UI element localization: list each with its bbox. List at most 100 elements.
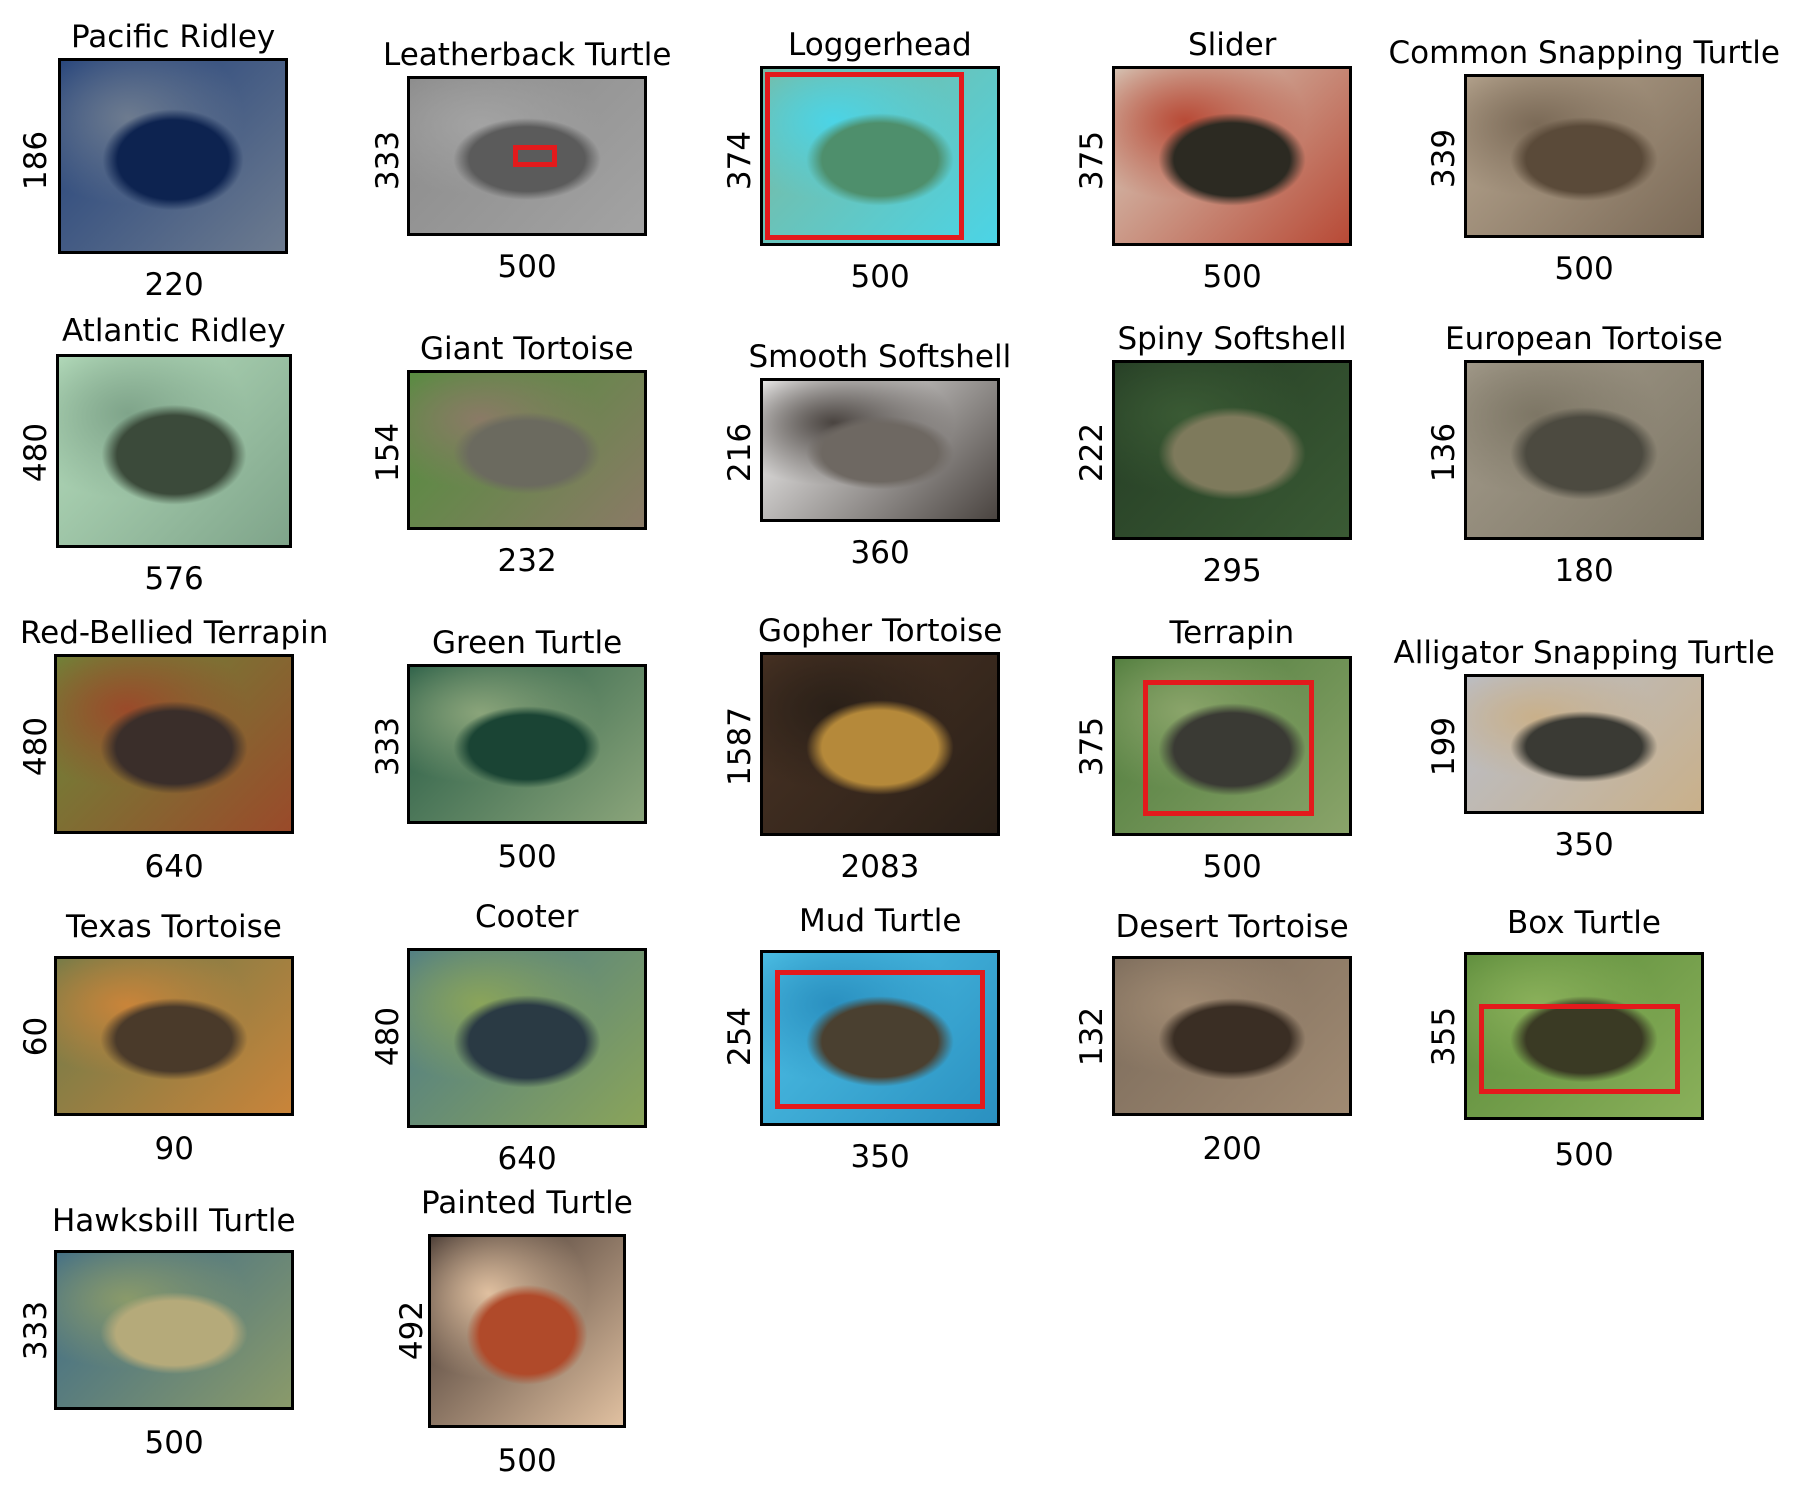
turtle-photo: [1464, 74, 1704, 238]
turtle-photo: [1112, 956, 1352, 1116]
image-width-label: 2083: [840, 849, 920, 885]
turtle-photo: [1112, 360, 1352, 540]
species-title: Smooth Softshell: [748, 339, 1012, 375]
image-width-label: 500: [1202, 849, 1262, 885]
species-title: Gopher Tortoise: [758, 613, 1003, 649]
photo-image: [1467, 77, 1701, 235]
turtle-photo: [1112, 656, 1352, 836]
detection-box: [765, 72, 965, 240]
photo-image: [410, 373, 644, 527]
image-width-label: 200: [1202, 1131, 1262, 1167]
image-width-label: 180: [1554, 553, 1614, 589]
photo-image: [763, 381, 997, 519]
species-title: Common Snapping Turtle: [1388, 35, 1780, 71]
image-height-label: 222: [1073, 422, 1110, 482]
image-width-label: 500: [497, 1443, 557, 1479]
species-title: Leatherback Turtle: [383, 37, 672, 73]
turtle-photo: [1464, 674, 1704, 814]
photo-image: [1115, 363, 1349, 537]
turtle-photo: [760, 652, 1000, 836]
image-width-label: 640: [497, 1141, 557, 1177]
turtle-photo: [407, 370, 647, 530]
image-height-label: 492: [393, 1300, 430, 1360]
image-height-label: 186: [17, 130, 54, 190]
turtle-photo: [54, 654, 294, 834]
turtle-photo: [760, 66, 1000, 246]
turtle-photo: [407, 664, 647, 824]
turtle-photo: [54, 956, 294, 1116]
photo-image: [410, 667, 644, 821]
image-width-label: 500: [850, 259, 910, 295]
species-title: Green Turtle: [432, 625, 623, 661]
image-height-label: 1587: [721, 706, 758, 786]
image-height-label: 480: [369, 1006, 406, 1066]
image-height-label: 136: [1425, 422, 1462, 482]
image-height-label: 355: [1425, 1006, 1462, 1066]
image-height-label: 333: [17, 1300, 54, 1360]
image-width-label: 232: [497, 543, 557, 579]
species-title: Loggerhead: [788, 27, 972, 63]
image-width-label: 500: [497, 839, 557, 875]
species-title: Pacific Ridley: [71, 19, 276, 55]
turtle-photo: [428, 1234, 626, 1428]
turtle-photo: [1112, 66, 1352, 246]
image-width-label: 360: [850, 535, 910, 571]
species-title: Slider: [1188, 27, 1277, 63]
image-height-label: 132: [1073, 1006, 1110, 1066]
detection-box: [1143, 679, 1314, 816]
image-width-label: 350: [850, 1139, 910, 1175]
image-height-label: 154: [369, 422, 406, 482]
turtle-species-grid: Pacific Ridley 220 186 Leatherback Turtle 50…: [0, 0, 1800, 1500]
image-width-label: 500: [144, 1425, 204, 1461]
image-height-label: 480: [17, 716, 54, 776]
turtle-photo: [760, 378, 1000, 522]
photo-image: [763, 655, 997, 833]
image-height-label: 216: [721, 422, 758, 482]
turtle-photo: [54, 1250, 294, 1410]
species-title: Red-Bellied Terrapin: [20, 615, 329, 651]
image-height-label: 374: [721, 130, 758, 190]
species-title: Painted Turtle: [421, 1185, 633, 1221]
species-title: Desert Tortoise: [1115, 909, 1349, 945]
photo-image: [1467, 677, 1701, 811]
photo-image: [57, 1253, 291, 1407]
species-title: Texas Tortoise: [66, 909, 282, 945]
image-width-label: 500: [1554, 251, 1614, 287]
species-title: Spiny Softshell: [1117, 321, 1347, 357]
image-width-label: 90: [154, 1131, 194, 1167]
photo-image: [431, 1237, 623, 1425]
detection-box: [512, 145, 558, 167]
species-title: Hawksbill Turtle: [52, 1203, 296, 1239]
turtle-photo: [407, 76, 647, 236]
image-width-label: 640: [144, 849, 204, 885]
image-height-label: 254: [721, 1006, 758, 1066]
species-title: Cooter: [475, 899, 579, 935]
image-height-label: 199: [1425, 716, 1462, 776]
detection-box: [1478, 1003, 1680, 1095]
image-height-label: 375: [1073, 716, 1110, 776]
species-title: Mud Turtle: [799, 903, 962, 939]
photo-image: [57, 959, 291, 1113]
turtle-photo: [760, 950, 1000, 1126]
image-width-label: 500: [497, 249, 557, 285]
image-width-label: 350: [1554, 827, 1614, 863]
image-width-label: 295: [1202, 553, 1262, 589]
photo-image: [1467, 363, 1701, 537]
image-height-label: 339: [1425, 128, 1462, 188]
image-width-label: 500: [1202, 259, 1262, 295]
detection-box: [774, 970, 986, 1110]
image-height-label: 60: [17, 1016, 54, 1056]
species-title: Giant Tortoise: [420, 331, 634, 367]
species-title: Terrapin: [1169, 615, 1295, 651]
species-title: Alligator Snapping Turtle: [1393, 635, 1775, 671]
image-width-label: 220: [144, 267, 204, 303]
turtle-photo: [56, 354, 292, 548]
photo-image: [57, 657, 291, 831]
image-height-label: 333: [369, 130, 406, 190]
turtle-photo: [1464, 952, 1704, 1120]
turtle-photo: [58, 58, 288, 254]
species-title: Box Turtle: [1507, 905, 1661, 941]
species-title: European Tortoise: [1445, 321, 1723, 357]
species-title: Atlantic Ridley: [62, 313, 286, 349]
photo-image: [410, 951, 644, 1125]
